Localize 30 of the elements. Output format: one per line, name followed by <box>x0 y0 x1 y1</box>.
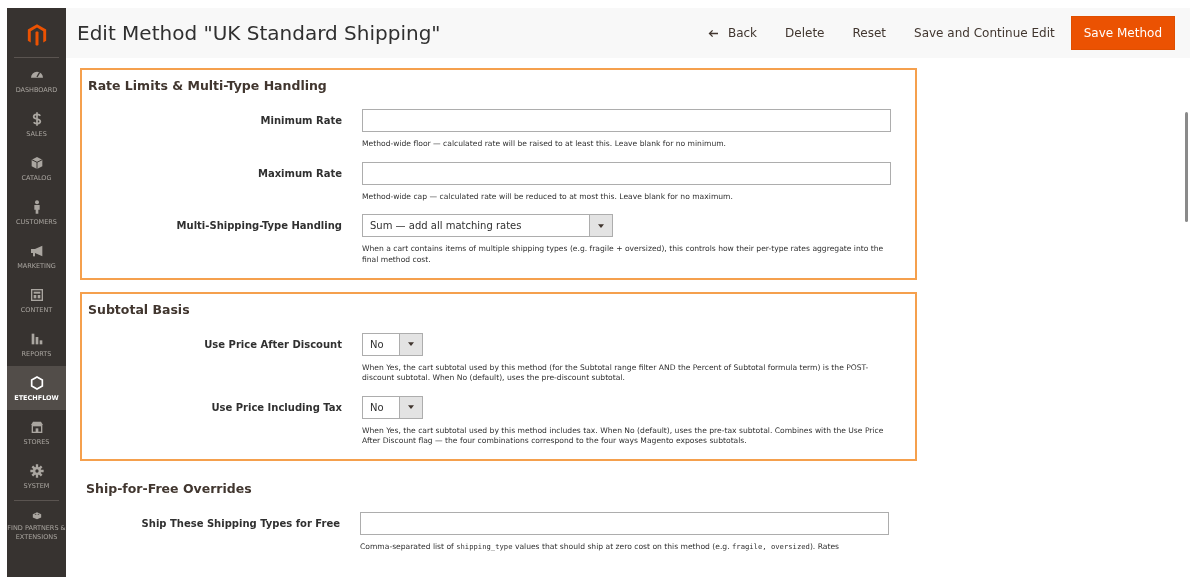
section-title: Ship-for-Free Overrides <box>86 481 253 496</box>
action-button[interactable]: Reset <box>840 18 899 48</box>
field-label: Ship These Shipping Types for Free <box>140 517 341 531</box>
select-field[interactable]: No <box>362 332 423 356</box>
caret-icon <box>408 405 414 410</box>
field-label: Multi-Shipping-Type Handling <box>175 219 343 234</box>
caret-icon <box>598 223 604 228</box>
select-field[interactable]: Sum — add all matching rates <box>362 214 613 238</box>
section-title: Rate Limits & Multi-Type Handling <box>88 78 328 93</box>
field-label: Use Price Including Tax <box>210 400 343 415</box>
field-label: Use Price After Discount <box>203 337 343 352</box>
save-button[interactable]: Save Method <box>1070 16 1175 50</box>
caret-icon <box>408 342 414 346</box>
scrollbar[interactable] <box>1185 112 1188 222</box>
arrow-left-icon <box>707 28 719 38</box>
back-button[interactable]: Back <box>695 18 770 48</box>
action-button[interactable]: Save and Continue Edit <box>902 18 1067 48</box>
field-label: Maximum Rate <box>256 166 343 181</box>
input-field[interactable] <box>360 512 889 535</box>
page-title: Edit Method "UK Standard Shipping" <box>77 21 441 45</box>
input-field[interactable] <box>362 109 891 132</box>
hexagon-icon <box>28 374 45 391</box>
field-label: Minimum Rate <box>259 114 343 128</box>
select-field[interactable]: No <box>362 395 423 419</box>
settings-icon <box>28 462 45 479</box>
layout-icon <box>28 286 45 303</box>
action-button[interactable]: Delete <box>773 18 837 48</box>
section-title: Subtotal Basis <box>88 301 191 317</box>
logo-icon[interactable] <box>26 23 47 47</box>
input-field[interactable] <box>362 161 891 185</box>
